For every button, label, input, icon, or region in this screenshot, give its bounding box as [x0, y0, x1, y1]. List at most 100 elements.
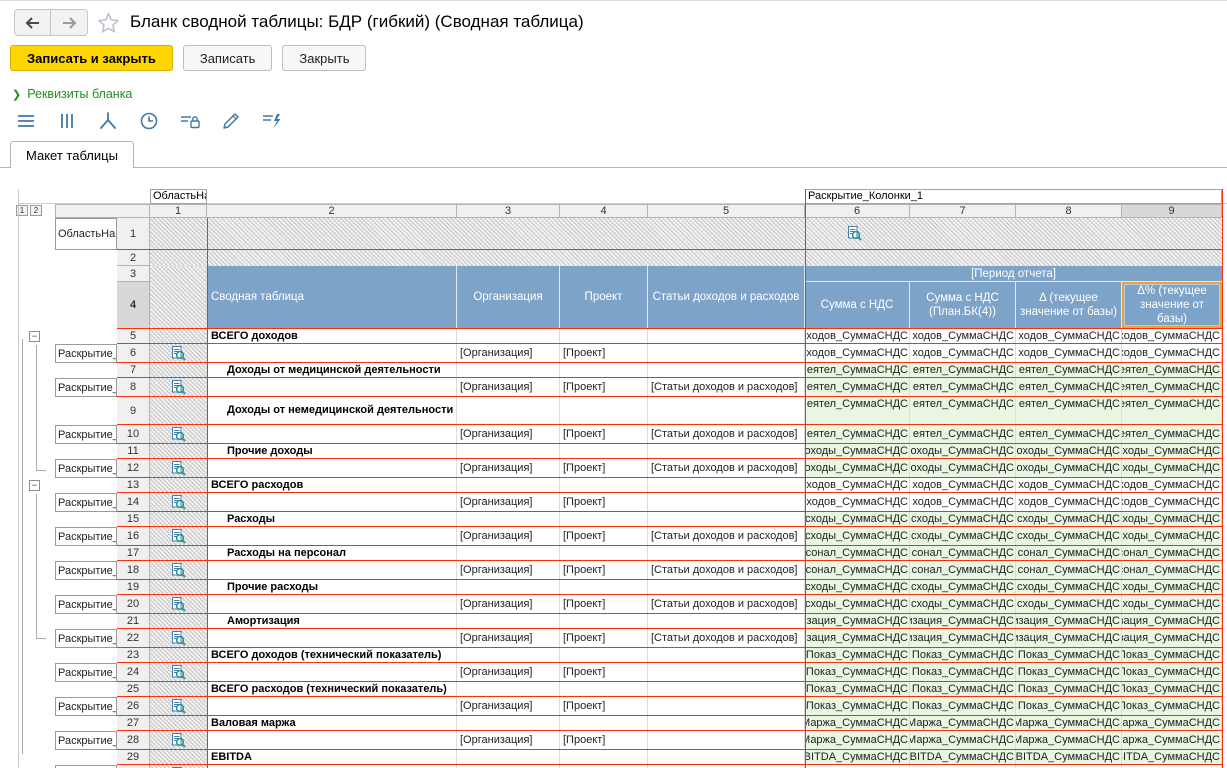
amount-cell[interactable]: еятел_СуммаСНДС	[805, 363, 910, 377]
favorite-star-icon[interactable]	[97, 12, 120, 34]
amount-cell[interactable]: еятел_СуммаСНДС	[910, 425, 1016, 443]
corner-header-cell[interactable]	[55, 204, 150, 218]
org-cell[interactable]	[457, 329, 560, 343]
indicator-label-cell[interactable]	[207, 527, 457, 545]
row-number[interactable]: 4	[117, 282, 150, 328]
indicator-label-cell[interactable]	[207, 595, 457, 613]
amount-cell[interactable]: еятел_СуммаСНДС	[1122, 397, 1222, 424]
project-cell[interactable]: [Проект]	[560, 629, 648, 647]
amount-cell[interactable]: еятел_СуммаСНДС	[910, 378, 1016, 396]
report-period-band-cell[interactable]: [Период отчета]	[805, 266, 1222, 282]
items-cell[interactable]	[648, 648, 805, 662]
service-cell[interactable]	[150, 750, 207, 764]
indicator-label-cell[interactable]: ВСЕГО доходов (технический показатель)	[207, 648, 457, 662]
project-header-cell[interactable]: Проект	[560, 266, 648, 328]
row-number[interactable]: 2	[117, 250, 150, 266]
view-settings-icon[interactable]	[171, 380, 186, 395]
indicator-label-cell[interactable]	[207, 663, 457, 681]
items-cell[interactable]: [Статьи доходов и расходов]	[648, 527, 805, 545]
close-button[interactable]: Закрыть	[282, 45, 366, 71]
back-button[interactable]	[14, 9, 51, 36]
project-cell[interactable]	[560, 329, 648, 343]
group-label[interactable]: Раскрытие_	[55, 344, 117, 363]
amount-cell[interactable]: оходы_СуммаСНДС	[805, 444, 910, 458]
org-cell[interactable]	[457, 648, 560, 662]
amount-cell[interactable]: сонал_СуммаСНДС	[1016, 546, 1122, 560]
indicator-label-cell[interactable]: Валовая маржа	[207, 716, 457, 730]
service-cell[interactable]	[150, 444, 207, 458]
measure-header-cell[interactable]: Сумма с НДС (План.БК(4))	[910, 282, 1016, 328]
service-cell[interactable]	[150, 266, 207, 328]
indicator-label-cell[interactable]: ВСЕГО расходов (технический показатель)	[207, 682, 457, 696]
column-header-9[interactable]: 9	[1122, 204, 1222, 218]
project-cell[interactable]: [Проект]	[560, 663, 648, 681]
org-cell[interactable]	[457, 750, 560, 764]
amount-cell[interactable]: сходы_СуммаСНДС	[910, 595, 1016, 613]
amount-cell[interactable]: сонал_СуммаСНДС	[805, 546, 910, 560]
items-header-cell[interactable]: Статьи доходов и расходов	[648, 266, 805, 328]
amount-cell[interactable]: Маржа_СуммаСНДС	[1122, 716, 1222, 730]
row-number[interactable]: 24	[117, 663, 150, 681]
amount-cell[interactable]: еятел_СуммаСНДС	[1122, 363, 1222, 377]
row-number[interactable]: 21	[117, 614, 150, 628]
row-number[interactable]: 25	[117, 682, 150, 696]
items-cell[interactable]	[648, 478, 805, 492]
project-cell[interactable]: [Проект]	[560, 493, 648, 511]
row-number[interactable]: 13	[117, 478, 150, 492]
amount-cell[interactable]: еятел_СуммаСНДС	[1122, 378, 1222, 396]
org-cell[interactable]	[457, 682, 560, 696]
service-cell[interactable]	[150, 493, 207, 511]
org-cell[interactable]: [Организация]	[457, 459, 560, 477]
measure-header-cell[interactable]: Δ (текущее значение от базы)	[1016, 282, 1122, 328]
group-label[interactable]: Раскрытие_	[55, 629, 117, 648]
items-cell[interactable]	[648, 682, 805, 696]
amount-cell[interactable]: сонал_СуммаСНДС	[910, 546, 1016, 560]
amount-cell[interactable]: сходы_СуммаСНДС	[805, 527, 910, 545]
row-number[interactable]: 18	[117, 561, 150, 579]
service-cell[interactable]	[150, 580, 207, 594]
indicator-label-cell[interactable]: Доходы от медицинской деятельности	[207, 363, 457, 377]
items-cell[interactable]	[648, 444, 805, 458]
amount-cell[interactable]: сходы_СуммаСНДС	[1122, 580, 1222, 594]
view-settings-icon[interactable]	[171, 699, 186, 714]
amount-cell[interactable]: сходы_СуммаСНДС	[1122, 595, 1222, 613]
column-header-7[interactable]: 7	[910, 204, 1016, 218]
view-settings-icon[interactable]	[171, 597, 186, 612]
amount-cell[interactable]: Показ_СуммаСНДС	[910, 697, 1016, 715]
amount-cell[interactable]: изация_СуммаСНДС	[805, 629, 910, 647]
org-cell[interactable]	[457, 512, 560, 526]
amount-cell[interactable]: еятел_СуммаСНДС	[910, 397, 1016, 424]
org-cell[interactable]	[457, 716, 560, 730]
amount-cell[interactable]: Маржа_СуммаСНДС	[910, 731, 1016, 749]
group-label[interactable]: Раскрытие_	[55, 425, 117, 444]
column-area-name[interactable]: Раскрытие_Колонки_1	[805, 189, 1222, 204]
service-cell[interactable]	[150, 218, 1222, 249]
view-settings-icon[interactable]	[171, 563, 186, 578]
column-header-4[interactable]: 4	[560, 204, 648, 218]
indicator-label-cell[interactable]	[207, 344, 457, 362]
amount-cell[interactable]: ходов_СуммаСНДС	[805, 478, 910, 492]
view-settings-icon[interactable]	[171, 665, 186, 680]
amount-cell[interactable]: сходы_СуммаСНДС	[1122, 512, 1222, 526]
org-cell[interactable]: [Организация]	[457, 629, 560, 647]
amount-cell[interactable]: BITDA_СуммаСНДС	[805, 750, 910, 764]
org-cell[interactable]	[457, 614, 560, 628]
items-cell[interactable]	[648, 750, 805, 764]
view-settings-icon[interactable]	[171, 529, 186, 544]
view-settings-icon[interactable]	[847, 226, 862, 241]
column-header-1[interactable]: 1	[150, 204, 207, 218]
group-label[interactable]: Раскрытие_	[55, 527, 117, 546]
amount-cell[interactable]: сходы_СуммаСНДС	[805, 595, 910, 613]
amount-cell[interactable]: Показ_СуммаСНДС	[805, 663, 910, 681]
amount-cell[interactable]: еятел_СуммаСНДС	[910, 363, 1016, 377]
items-cell[interactable]: [Статьи доходов и расходов]	[648, 425, 805, 443]
amount-cell[interactable]: еятел_СуммаСНДС	[805, 425, 910, 443]
amount-cell[interactable]: Показ_СуммаСНДС	[1016, 697, 1122, 715]
org-cell[interactable]	[457, 363, 560, 377]
indicator-label-cell[interactable]	[207, 459, 457, 477]
view-settings-icon[interactable]	[171, 733, 186, 748]
row-number[interactable]: 27	[117, 716, 150, 730]
service-cell[interactable]	[150, 546, 207, 560]
amount-cell[interactable]: BITDA_СуммаСНДС	[910, 750, 1016, 764]
org-cell[interactable]: [Организация]	[457, 663, 560, 681]
